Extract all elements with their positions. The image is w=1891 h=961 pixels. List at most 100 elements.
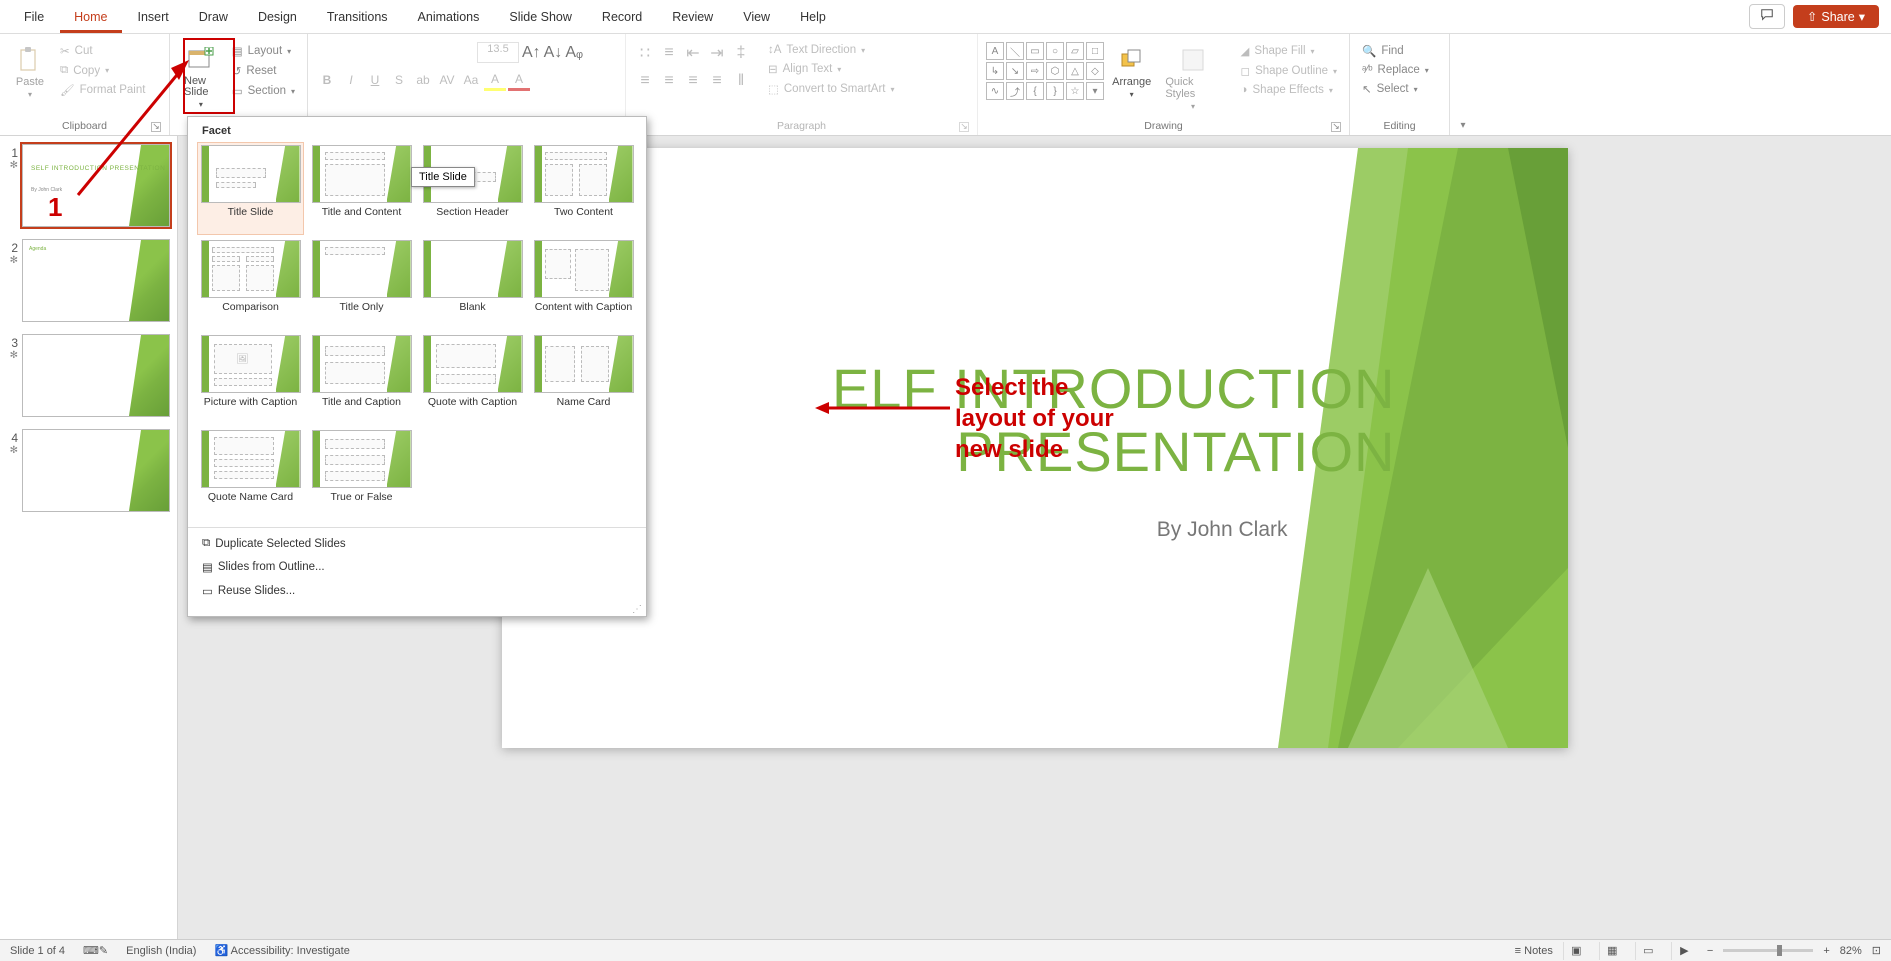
reuse-slides-button[interactable]: ▭Reuse Slides...: [188, 579, 646, 603]
zoom-slider[interactable]: [1723, 949, 1813, 952]
layout-option-quote-name-card[interactable]: Quote Name Card: [198, 428, 303, 519]
arrange-button[interactable]: Arrange▾: [1108, 42, 1155, 103]
slide-thumbnail-4[interactable]: [22, 429, 170, 512]
bullets-button[interactable]: ∷: [634, 42, 656, 64]
tab-insert[interactable]: Insert: [124, 4, 183, 33]
align-text-button[interactable]: ⊟Align Text ▾: [764, 60, 899, 78]
increase-font-icon[interactable]: A↑: [522, 44, 541, 62]
indent-increase-button[interactable]: ⇥: [706, 42, 728, 64]
copy-button[interactable]: ⧉Copy ▾: [56, 62, 149, 79]
language-status[interactable]: English (India): [126, 945, 196, 957]
fit-to-window-button[interactable]: ⊡: [1872, 944, 1881, 957]
slide-subtitle[interactable]: By John Clark: [1157, 518, 1288, 542]
reset-button[interactable]: ↺Reset: [228, 62, 299, 80]
duplicate-slides-button[interactable]: ⧉Duplicate Selected Slides: [188, 532, 646, 555]
cut-button[interactable]: ✂Cut: [56, 42, 149, 60]
new-slide-button[interactable]: New Slide▾: [178, 42, 224, 113]
underline-button[interactable]: U: [364, 69, 386, 91]
slidesorter-view-button[interactable]: ▦: [1599, 942, 1625, 960]
font-color-button[interactable]: A: [508, 69, 530, 91]
comments-button[interactable]: [1749, 4, 1785, 29]
tab-help[interactable]: Help: [786, 4, 840, 33]
align-center-button[interactable]: ≡: [658, 70, 680, 92]
accessibility-status[interactable]: ♿ Accessibility: Investigate: [214, 944, 349, 957]
layout-option-section-header[interactable]: Section Header: [420, 143, 525, 234]
zoom-out-button[interactable]: −: [1707, 945, 1713, 957]
find-button[interactable]: 🔍Find: [1358, 42, 1433, 60]
layout-option-name-card[interactable]: Name Card: [531, 333, 636, 424]
shape-textbox-icon[interactable]: A: [986, 42, 1004, 60]
tab-view[interactable]: View: [729, 4, 784, 33]
layout-option-comparison[interactable]: Comparison: [198, 238, 303, 329]
shapes-gallery[interactable]: A＼▭○▱□ ↳↘⇨⬡△◇ ∿⤴{}☆▾: [986, 42, 1104, 100]
layout-option-title-and-caption[interactable]: Title and Caption: [309, 333, 414, 424]
layout-option-title-only[interactable]: Title Only: [309, 238, 414, 329]
tab-slideshow[interactable]: Slide Show: [495, 4, 586, 33]
layout-option-true-or-false[interactable]: True or False: [309, 428, 414, 519]
strike-button[interactable]: S: [388, 69, 410, 91]
collapse-ribbon-button[interactable]: ▾: [1450, 34, 1476, 135]
tab-home[interactable]: Home: [60, 4, 121, 33]
layout-option-picture-with-caption[interactable]: 🖼Picture with Caption: [198, 333, 303, 424]
align-left-button[interactable]: ≡: [634, 70, 656, 92]
shape-fill-button[interactable]: ◢Shape Fill ▾: [1237, 42, 1341, 60]
justify-button[interactable]: ≡: [706, 70, 728, 92]
tab-draw[interactable]: Draw: [185, 4, 242, 33]
layout-option-content-with-caption[interactable]: Content with Caption: [531, 238, 636, 329]
shadow-button[interactable]: ab: [412, 69, 434, 91]
zoom-level[interactable]: 82%: [1840, 945, 1862, 957]
clear-format-icon[interactable]: Aᵩ: [565, 44, 583, 62]
notes-button[interactable]: ≡ Notes: [1515, 945, 1553, 957]
reading-view-button[interactable]: ▭: [1635, 942, 1661, 960]
tab-design[interactable]: Design: [244, 4, 311, 33]
format-painter-button[interactable]: 🖌Format Paint: [56, 81, 149, 99]
slide-counter[interactable]: Slide 1 of 4: [10, 945, 65, 957]
tab-file[interactable]: File: [10, 4, 58, 33]
share-button[interactable]: ⇧Share ▾: [1793, 5, 1879, 28]
shape-effects-button[interactable]: ◑Shape Effects ▾: [1237, 82, 1341, 98]
paste-button[interactable]: Paste▾: [8, 42, 52, 103]
slides-from-outline-button[interactable]: ▤Slides from Outline...: [188, 555, 646, 579]
layout-option-two-content[interactable]: Two Content: [531, 143, 636, 234]
replace-icon: ᵃ⁄ᵇ: [1362, 64, 1373, 76]
decrease-font-icon[interactable]: A↓: [544, 44, 563, 62]
convert-smartart-button[interactable]: ⬚Convert to SmartArt ▾: [764, 80, 899, 98]
slideshow-view-button[interactable]: ▶: [1671, 942, 1697, 960]
quick-styles-button[interactable]: Quick Styles▾: [1159, 42, 1226, 115]
layout-option-quote-with-caption[interactable]: Quote with Caption: [420, 333, 525, 424]
indent-decrease-button[interactable]: ⇤: [682, 42, 704, 64]
slide-thumbnail-3[interactable]: [22, 334, 170, 417]
layout-option-title-and-content[interactable]: Title and Content: [309, 143, 414, 234]
select-button[interactable]: ↖Select ▾: [1358, 80, 1433, 98]
slide-thumbnail-2[interactable]: Agenda: [22, 239, 170, 322]
zoom-in-button[interactable]: +: [1823, 945, 1829, 957]
dialog-launcher-icon[interactable]: ↘: [151, 122, 161, 132]
bold-button[interactable]: B: [316, 69, 338, 91]
font-size-combo[interactable]: 13.5: [477, 42, 519, 63]
case-button[interactable]: Aa: [460, 69, 482, 91]
slide-thumbnail-1[interactable]: SELF INTRODUCTION PRESENTATION By John C…: [22, 144, 170, 227]
layout-option-title-slide[interactable]: Title Slide: [198, 143, 303, 234]
text-direction-button[interactable]: ↕AText Direction ▾: [764, 42, 899, 58]
columns-button[interactable]: ‖: [730, 70, 752, 92]
tab-record[interactable]: Record: [588, 4, 656, 33]
layout-button[interactable]: ▤Layout ▾: [228, 42, 299, 60]
layout-option-blank[interactable]: Blank: [420, 238, 525, 329]
line-spacing-button[interactable]: ‡: [730, 42, 752, 64]
spacing-button[interactable]: AV: [436, 69, 458, 91]
tab-transitions[interactable]: Transitions: [313, 4, 402, 33]
numbering-button[interactable]: ≡: [658, 42, 680, 64]
highlight-button[interactable]: A: [484, 69, 506, 91]
resize-grip-icon[interactable]: ⋰: [188, 607, 646, 612]
spellcheck-icon[interactable]: ⌨✎: [83, 944, 108, 957]
dialog-launcher-icon[interactable]: ↘: [1331, 122, 1341, 132]
section-button[interactable]: ▭Section ▾: [228, 82, 299, 100]
shape-outline-button[interactable]: ◻Shape Outline ▾: [1237, 62, 1341, 80]
italic-button[interactable]: I: [340, 69, 362, 91]
tab-animations[interactable]: Animations: [404, 4, 494, 33]
replace-button[interactable]: ᵃ⁄ᵇReplace ▾: [1358, 62, 1433, 78]
normal-view-button[interactable]: ▣: [1563, 942, 1589, 960]
dialog-launcher-icon[interactable]: ↘: [959, 122, 969, 132]
align-right-button[interactable]: ≡: [682, 70, 704, 92]
tab-review[interactable]: Review: [658, 4, 727, 33]
